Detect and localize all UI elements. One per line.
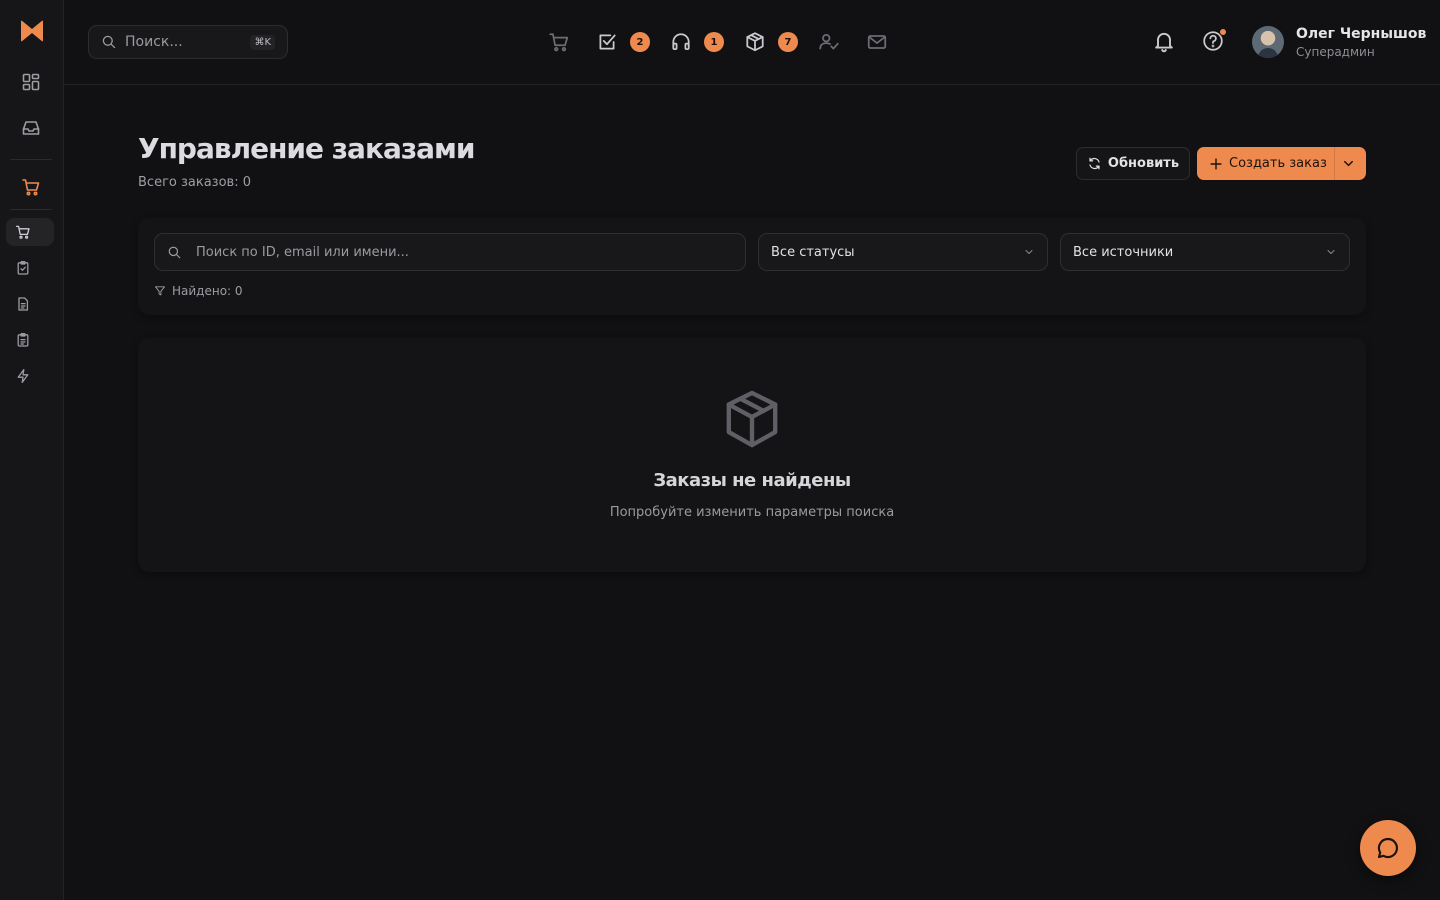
inbox-icon [21,118,41,138]
cart-icon [21,177,41,197]
user-role: Суперадмин [1296,45,1375,59]
sidebar-item-dashboard[interactable] [8,68,54,96]
mail-icon [866,31,888,53]
search-shortcut-hint: ⌘K [250,34,275,50]
quick-mail-button[interactable] [866,31,888,53]
tasks-count-badge: 2 [630,32,650,52]
bell-icon [1152,29,1176,53]
sidebar-item-inbox[interactable] [8,114,54,142]
package-icon [723,388,781,450]
user-name[interactable]: Олег Чернышов [1296,26,1426,42]
status-filter-select[interactable]: Все статусы [758,233,1048,271]
cart-icon [548,31,570,53]
quick-tasks-button[interactable]: 2 [596,31,650,53]
sidebar [0,0,64,900]
create-order-button[interactable]: Создать заказ [1197,147,1366,180]
lightning-icon [15,368,31,384]
status-filter-value: Все статусы [771,244,855,260]
dashboard-icon [21,72,41,92]
search-icon [101,34,117,50]
help-notification-dot [1219,28,1227,36]
source-filter-select[interactable]: Все источники [1060,233,1350,271]
chevron-down-icon [1023,246,1035,258]
filters-panel: Поиск по ID, email или имени... Все стат… [138,218,1366,315]
top-bar: Поиск... ⌘K 2 1 7 Олег Чернышов Суперадм… [64,0,1440,85]
source-filter-value: Все источники [1073,244,1174,260]
quick-orders-button[interactable] [548,31,570,53]
global-search-placeholder: Поиск... [125,34,183,50]
chat-button[interactable] [1360,820,1416,876]
quick-support-button[interactable]: 1 [670,31,724,53]
shipments-count-badge: 7 [778,32,798,52]
quick-access-bar: 2 1 7 [548,30,888,54]
avatar[interactable] [1252,26,1284,58]
refresh-button-label: Обновить [1107,156,1180,171]
sidebar-subitem-documents[interactable] [6,290,54,318]
sidebar-subitem-lists[interactable] [6,326,54,354]
sidebar-divider [10,209,52,210]
empty-state-subtitle: Попробуйте изменить параметры поиска [609,505,895,520]
results-count: Найдено: 0 [154,284,243,298]
x-logo-icon[interactable] [20,19,44,43]
quick-shipments-button[interactable]: 7 [744,31,798,53]
global-search-input[interactable]: Поиск... ⌘K [88,25,288,59]
refresh-icon [1087,156,1102,171]
orders-search-placeholder: Поиск по ID, email или имени... [196,244,409,260]
quick-users-button[interactable] [818,31,840,53]
create-order-menu-toggle[interactable] [1341,156,1356,171]
document-icon [15,296,31,312]
clipboard-check-icon [15,260,31,276]
chat-bubble-icon [1376,836,1400,860]
button-split-divider [1334,147,1335,180]
sidebar-item-orders[interactable] [8,173,54,201]
chevron-down-icon [1341,156,1356,171]
chevron-down-icon [1325,246,1337,258]
plus-icon [1209,157,1223,171]
filter-icon [154,285,166,297]
page-title: Управление заказами [138,132,476,165]
clipboard-list-icon [15,332,31,348]
cart-icon [15,224,31,240]
user-check-icon [818,31,840,53]
sidebar-subitem-automation[interactable] [6,362,54,390]
sidebar-divider [10,159,52,160]
orders-empty-state: Заказы не найдены Попробуйте изменить па… [138,338,1366,572]
orders-total-count: Всего заказов: 0 [138,175,251,190]
empty-state-title: Заказы не найдены [653,470,851,491]
sidebar-subitem-tasks[interactable] [6,254,54,282]
create-order-label: Создать заказ [1229,156,1327,171]
support-count-badge: 1 [704,32,724,52]
headphones-icon [670,31,692,53]
sidebar-subitem-orders[interactable] [6,218,54,246]
search-icon [167,245,182,260]
checkbox-icon [596,31,618,53]
notifications-button[interactable] [1152,29,1176,53]
package-icon [744,31,766,53]
results-count-text: Найдено: 0 [172,284,243,298]
orders-search-input[interactable]: Поиск по ID, email или имени... [154,233,746,271]
refresh-button[interactable]: Обновить [1076,147,1190,180]
